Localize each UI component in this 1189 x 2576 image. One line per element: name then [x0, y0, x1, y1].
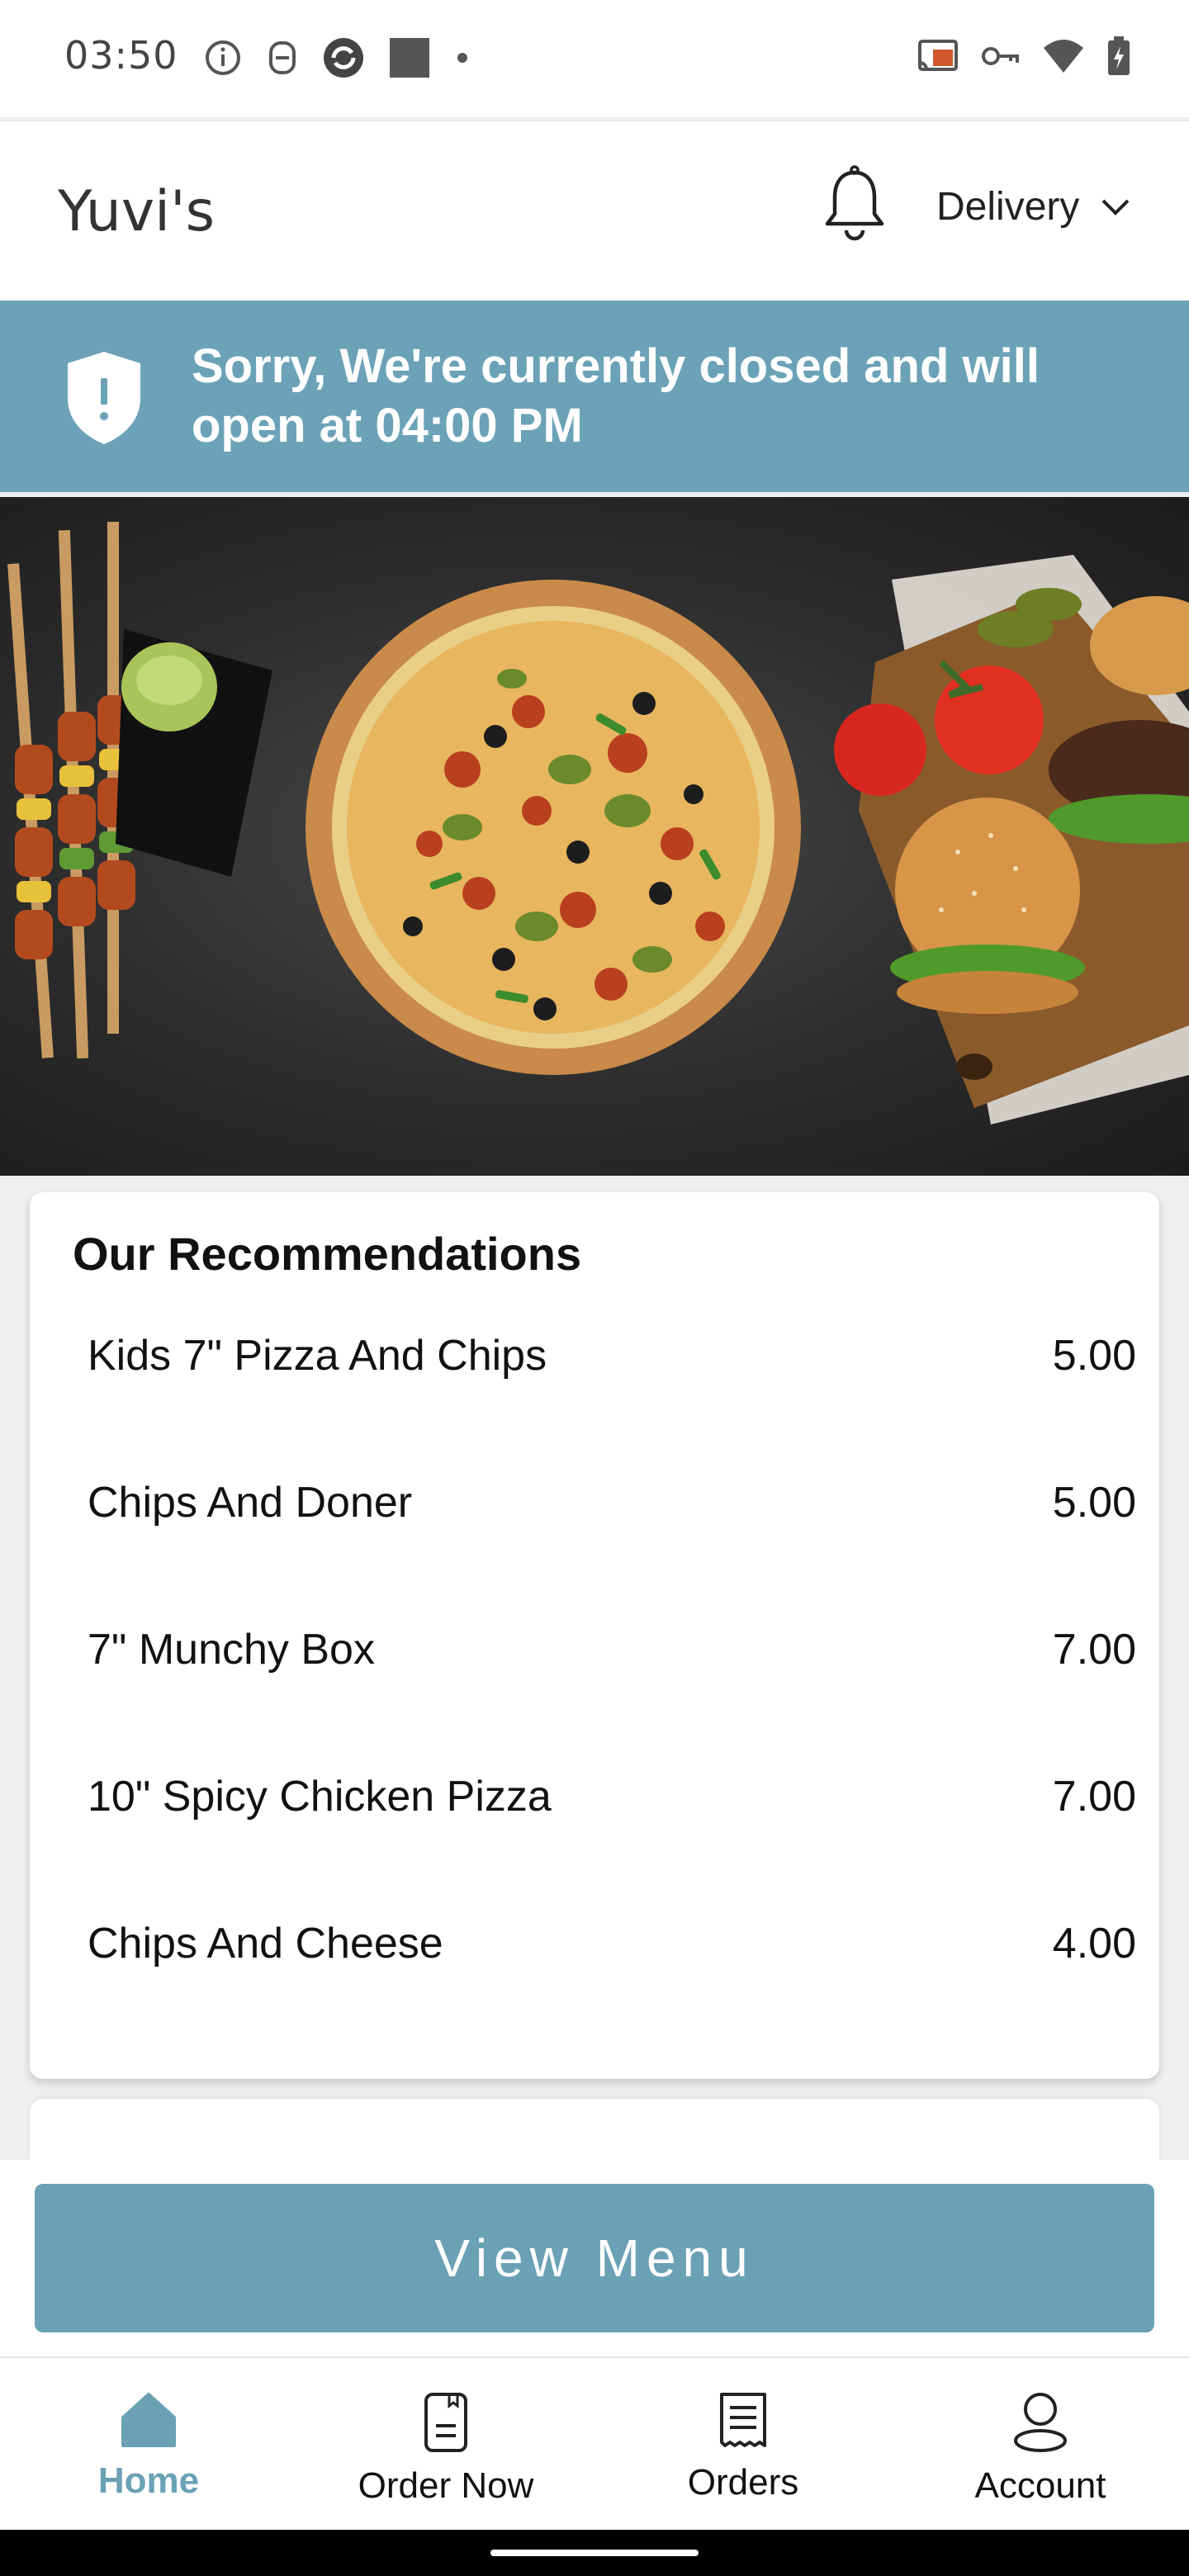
recommendations-title: Our Recommendations [73, 1228, 582, 1280]
item-name: 10" Spicy Chicken Pizza [88, 1773, 552, 1821]
app-header: Yuvi's Delivery [0, 121, 1189, 302]
list-item[interactable]: 10" Spicy Chicken Pizza 7.00 [88, 1772, 1136, 1919]
closed-notice-banner: Sorry, We're currently closed and will o… [0, 301, 1189, 497]
nav-orders[interactable]: Orders [594, 2358, 892, 2531]
nav-order-now[interactable]: Order Now [297, 2358, 594, 2531]
person-icon [1014, 2393, 1067, 2452]
view-menu-button[interactable]: View Menu [35, 2184, 1154, 2332]
gesture-handle[interactable] [490, 2550, 699, 2556]
order-mode-label: Delivery [936, 185, 1080, 229]
info-icon [206, 40, 240, 75]
home-icon [121, 2393, 176, 2447]
nav-home[interactable]: Home [0, 2358, 297, 2531]
system-gesture-bar [0, 2530, 1189, 2576]
item-name: Kids 7" Pizza And Chips [88, 1332, 547, 1380]
bell-icon[interactable] [821, 164, 888, 247]
hero-food-banner [0, 497, 1189, 1176]
kebab-skewers [7, 522, 135, 1059]
sync-icon [324, 38, 363, 78]
notification-app-icon [269, 41, 296, 74]
item-name: Chips And Doner [88, 1479, 413, 1527]
restaurant-name: Yuvi's [58, 179, 216, 244]
battery-icon [1108, 36, 1130, 75]
closed-notice-text: Sorry, We're currently closed and will o… [192, 339, 1040, 452]
order-mode-selector[interactable]: Delivery [936, 184, 1130, 230]
status-icons-right [917, 36, 1131, 76]
item-price: 7.00 [1052, 1626, 1136, 1674]
cast-icon [918, 40, 958, 71]
status-icons-left [203, 36, 471, 79]
item-name: 7" Munchy Box [88, 1626, 375, 1674]
dot-icon [457, 53, 467, 63]
dip-dish [116, 629, 272, 877]
item-price: 5.00 [1052, 1479, 1136, 1527]
status-bar: 03:50 [0, 0, 1189, 117]
list-item[interactable]: Chips And Doner 5.00 [88, 1478, 1136, 1625]
list-item[interactable]: Kids 7" Pizza And Chips 5.00 [88, 1331, 1136, 1478]
item-price: 4.00 [1052, 1920, 1136, 1968]
chevron-down-icon [1101, 199, 1130, 215]
bottom-navigation: Home Order Now Orders Account [0, 2356, 1189, 2531]
nav-order-now-label: Order Now [358, 2465, 534, 2506]
nav-orders-label: Orders [687, 2462, 799, 2503]
list-item[interactable]: Chips And Cheese 4.00 [88, 1919, 1136, 2066]
receipt-icon [720, 2393, 766, 2447]
wifi-icon [1044, 40, 1083, 73]
nav-account[interactable]: Account [892, 2358, 1189, 2531]
key-icon [982, 47, 1019, 65]
view-menu-bar: View Menu [0, 2160, 1189, 2356]
order-book-icon [424, 2393, 467, 2452]
recommendations-card: Our Recommendations Kids 7" Pizza And Ch… [30, 1192, 1159, 2079]
list-item[interactable]: 7" Munchy Box 7.00 [88, 1625, 1136, 1772]
nav-home-label: Home [97, 2460, 200, 2501]
nav-account-label: Account [974, 2465, 1106, 2506]
item-price: 7.00 [1052, 1773, 1136, 1821]
food-banner-illustration [7, 522, 1189, 1125]
square-app-icon [390, 38, 429, 78]
recommendation-items: Kids 7" Pizza And Chips 5.00 Chips And D… [88, 1331, 1136, 2066]
item-name: Chips And Cheese [88, 1920, 443, 1968]
status-time: 03:50 [64, 33, 178, 78]
shield-alert-icon [68, 352, 140, 444]
item-price: 5.00 [1052, 1332, 1136, 1380]
pizza [306, 580, 801, 1075]
